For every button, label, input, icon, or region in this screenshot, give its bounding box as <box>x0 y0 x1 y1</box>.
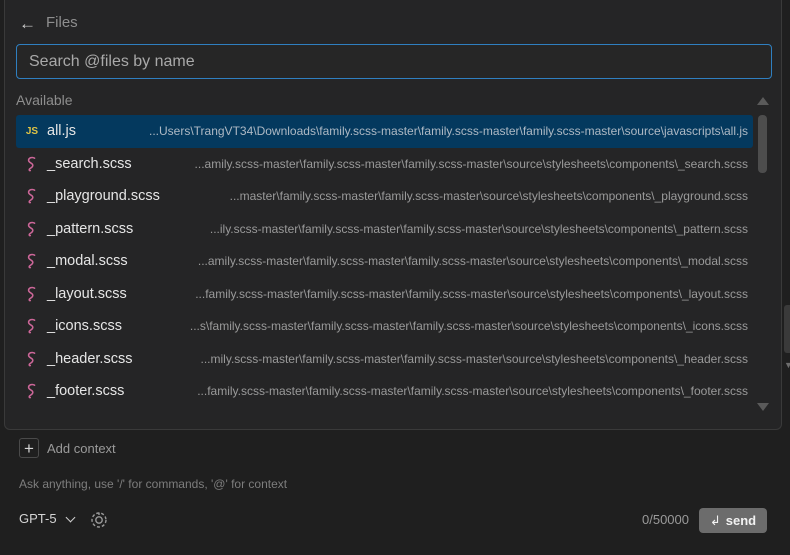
section-label-available: Available <box>16 92 73 108</box>
file-name: _playground.scss <box>47 188 160 205</box>
file-name: all.js <box>47 123 77 140</box>
file-row[interactable]: _header.scss ...mily.scss-master\family.s… <box>16 343 753 376</box>
file-path-text: ...s\family.scss-master\family.scss-mast… <box>189 319 748 334</box>
file-search-input[interactable] <box>27 51 761 72</box>
add-context-button[interactable]: + Add context <box>19 438 116 458</box>
file-name: _header.scss <box>47 350 133 367</box>
send-button[interactable]: ↲ send <box>699 508 767 533</box>
sass-file-icon <box>24 253 40 269</box>
enter-icon: ↲ <box>709 512 721 528</box>
file-row[interactable]: JS all.js ...Users\TrangVT34\Downloads\fam… <box>16 115 753 148</box>
file-path-text: ...ily.scss-master\family.scss-master\fa… <box>209 221 748 236</box>
scroll-up-arrow-icon[interactable] <box>757 97 769 105</box>
agent-mode-icon[interactable] <box>89 510 109 530</box>
file-path-text: ...master\family.scss-master\family.scss… <box>229 189 748 204</box>
file-path: ...mily.scss-master\family.scss-master\f… <box>146 352 748 366</box>
model-selector[interactable]: GPT-5 <box>19 511 76 526</box>
javascript-file-icon: JS <box>25 125 39 137</box>
side-scrollbar-thumb[interactable] <box>784 305 790 353</box>
chevron-down-icon <box>65 512 76 522</box>
file-path-text: ...amily.scss-master\family.scss-master\… <box>194 156 748 171</box>
file-path-text: ...amily.scss-master\family.scss-master\… <box>197 254 748 269</box>
file-path: ...ily.scss-master\family.scss-master\fa… <box>147 222 748 236</box>
chat-input-hint[interactable]: Ask anything, use '/' for commands, '@' … <box>19 477 287 491</box>
search-box[interactable] <box>16 44 772 79</box>
sass-file-icon <box>24 221 40 237</box>
file-path-text: ...Users\TrangVT34\Downloads\family.scss… <box>148 124 748 139</box>
file-row[interactable]: _icons.scss ...s\family.scss-master\famil… <box>16 310 753 343</box>
scroll-down-arrow-icon[interactable] <box>757 403 769 411</box>
file-row[interactable]: _footer.scss ...family.scss-master\family… <box>16 375 753 407</box>
file-row[interactable]: _playground.scss ...master\family.scss-ma… <box>16 180 753 213</box>
file-name: _footer.scss <box>47 383 125 400</box>
file-row[interactable]: _modal.scss ...amily.scss-master\family.s… <box>16 245 753 278</box>
file-path: ...family.scss-master\family.scss-master… <box>138 384 748 398</box>
file-row[interactable]: _layout.scss ...family.scss-master\family… <box>16 278 753 311</box>
file-row[interactable]: _search.scss ...amily.scss-master\family.… <box>16 148 753 181</box>
sass-file-icon <box>24 351 40 367</box>
add-context-label: Add context <box>47 440 116 456</box>
file-path: ...amily.scss-master\family.scss-master\… <box>142 254 748 268</box>
file-list-scrollbar[interactable] <box>756 95 770 413</box>
file-path: ...s\family.scss-master\family.scss-mast… <box>136 319 748 333</box>
back-arrow-icon[interactable]: ← <box>19 15 36 32</box>
file-path: ...master\family.scss-master\family.scss… <box>174 189 748 203</box>
send-label: send <box>725 513 757 528</box>
file-name: _search.scss <box>47 155 132 172</box>
plus-icon[interactable]: + <box>19 438 39 458</box>
side-chevron-down-icon[interactable]: ▼ <box>784 360 790 370</box>
sass-file-icon <box>24 318 40 334</box>
file-path: ...family.scss-master\family.scss-master… <box>141 287 748 301</box>
file-path: ...Users\TrangVT34\Downloads\family.scss… <box>90 124 748 138</box>
file-row[interactable]: _pattern.scss ...ily.scss-master\family.s… <box>16 213 753 246</box>
file-path-text: ...family.scss-master\family.scss-master… <box>197 384 748 399</box>
sass-file-icon <box>24 188 40 204</box>
model-name: GPT-5 <box>19 511 57 526</box>
picker-title: Files <box>46 13 78 31</box>
file-name: _pattern.scss <box>47 220 134 237</box>
file-picker-panel: ← Files Available JS all.js ...Users\Trang… <box>4 0 782 430</box>
file-name: _modal.scss <box>47 253 128 270</box>
sass-file-icon <box>24 156 40 172</box>
file-list: JS all.js ...Users\TrangVT34\Downloads\fam… <box>16 115 753 407</box>
picker-header: ← Files <box>19 10 78 34</box>
file-path-text: ...mily.scss-master\family.scss-master\f… <box>200 351 748 366</box>
file-path: ...amily.scss-master\family.scss-master\… <box>146 157 748 171</box>
file-name: _layout.scss <box>47 285 127 302</box>
file-name: _icons.scss <box>47 318 122 335</box>
sass-file-icon <box>24 383 40 399</box>
scrollbar-thumb[interactable] <box>758 115 767 173</box>
sass-file-icon <box>24 286 40 302</box>
file-path-text: ...family.scss-master\family.scss-master… <box>195 286 748 301</box>
character-counter: 0/50000 <box>642 512 689 527</box>
